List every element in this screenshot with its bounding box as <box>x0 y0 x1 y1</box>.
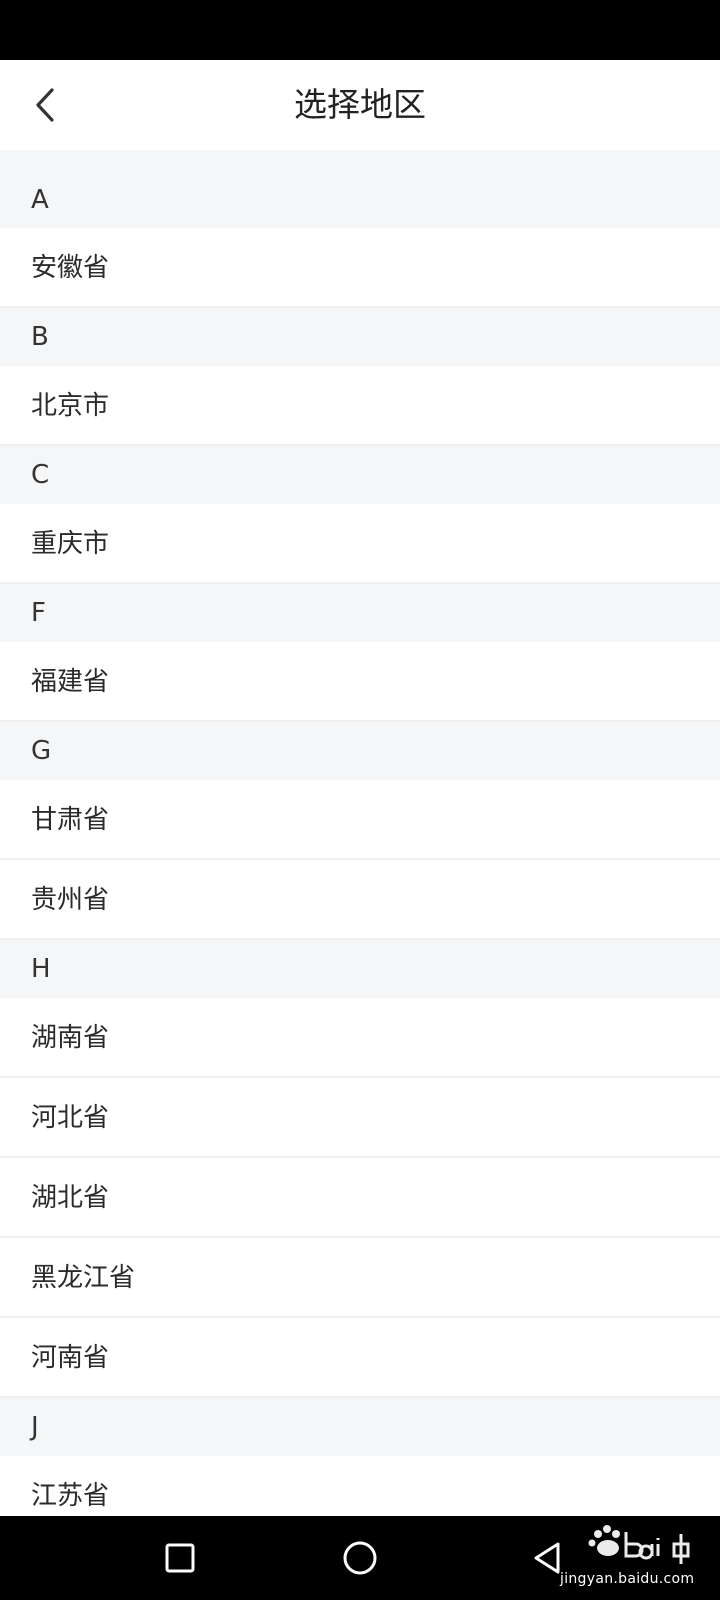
watermark-url: jingyan.baidu.com <box>560 1571 695 1587</box>
section-header-h: H <box>0 940 720 998</box>
list-item[interactable]: 重庆市 <box>0 504 720 584</box>
recent-apps-button[interactable] <box>152 1530 208 1586</box>
list-item[interactable]: 黑龙江省 <box>0 1238 720 1318</box>
list-item[interactable]: 湖南省 <box>0 998 720 1078</box>
list-item[interactable]: 河北省 <box>0 1078 720 1158</box>
circle-icon <box>343 1541 377 1575</box>
section-header-a: A <box>0 150 720 228</box>
region-list[interactable]: A 安徽省 B 北京市 C 重庆市 F 福建省 G 甘肃省 贵州省 H 湖南省 … <box>0 150 720 1516</box>
list-item[interactable]: 北京市 <box>0 366 720 446</box>
section-header-b: B <box>0 308 720 366</box>
chevron-left-icon <box>36 88 54 122</box>
list-item[interactable]: 甘肃省 <box>0 780 720 860</box>
list-item[interactable]: 福建省 <box>0 642 720 722</box>
square-icon <box>165 1543 195 1573</box>
section-header-c: C <box>0 446 720 504</box>
section-header-g: G <box>0 722 720 780</box>
list-item[interactable]: 安徽省 <box>0 228 720 308</box>
section-header-f: F <box>0 584 720 642</box>
home-button[interactable] <box>332 1530 388 1586</box>
header: 选择地区 <box>0 60 720 150</box>
back-button[interactable] <box>18 78 72 132</box>
list-item[interactable]: 河南省 <box>0 1318 720 1398</box>
page-title: 选择地区 <box>294 85 426 124</box>
list-item[interactable]: 湖北省 <box>0 1158 720 1238</box>
status-bar <box>0 0 720 60</box>
section-header-j: J <box>0 1398 720 1456</box>
list-item[interactable]: 贵州省 <box>0 860 720 940</box>
list-item[interactable]: 江苏省 <box>0 1456 720 1516</box>
